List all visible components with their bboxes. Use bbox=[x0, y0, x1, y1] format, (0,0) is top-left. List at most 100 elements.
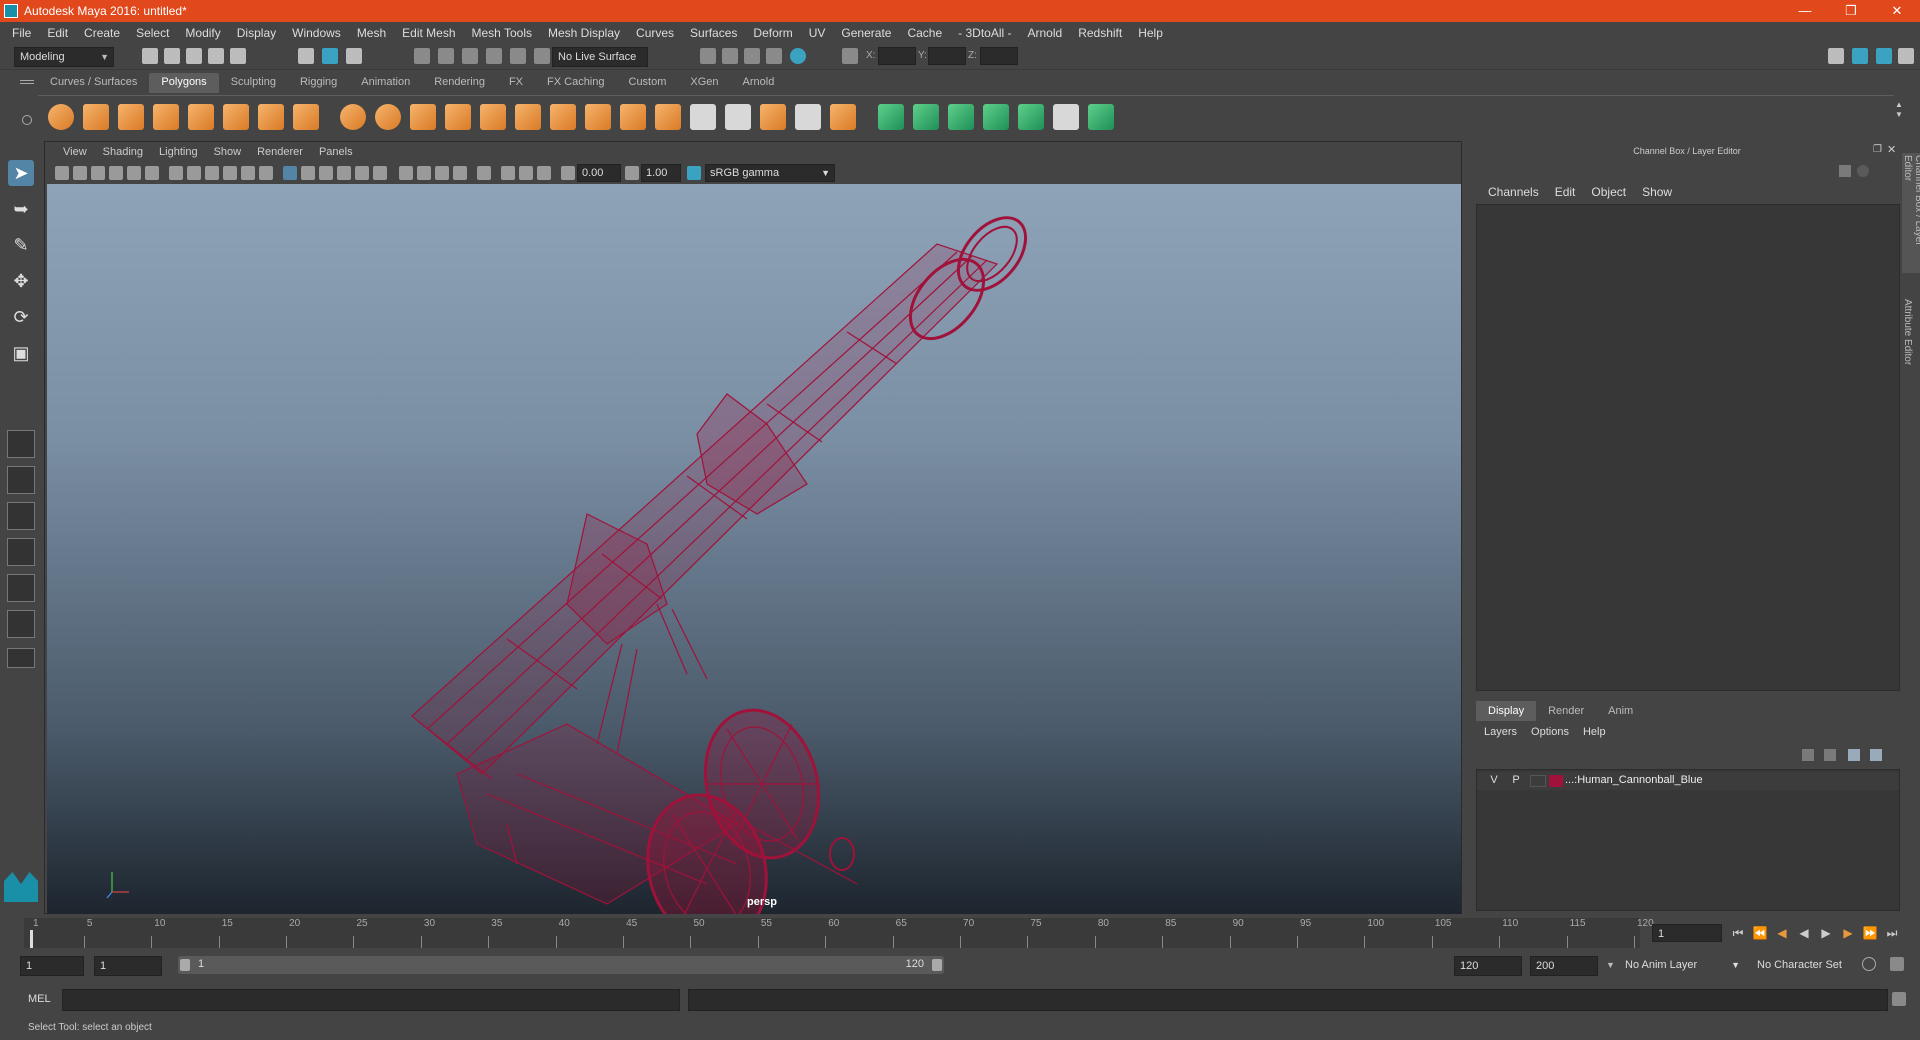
toggle-attribute-editor-icon[interactable] bbox=[1876, 48, 1892, 64]
vp-menu-show[interactable]: Show bbox=[206, 146, 250, 158]
mel-label[interactable]: MEL bbox=[28, 993, 51, 1005]
animation-start-field[interactable]: 1 bbox=[20, 956, 84, 976]
animation-preferences-icon[interactable] bbox=[1890, 957, 1904, 971]
shelf-tab-animation[interactable]: Animation bbox=[349, 73, 422, 93]
vp-menu-lighting[interactable]: Lighting bbox=[151, 146, 206, 158]
menu-file[interactable]: File bbox=[4, 26, 39, 40]
combine-icon[interactable] bbox=[340, 104, 366, 130]
2d-pan-zoom-icon[interactable] bbox=[127, 166, 141, 180]
shelf-tab-xgen[interactable]: XGen bbox=[678, 73, 730, 93]
uv-automatic-icon[interactable] bbox=[983, 104, 1009, 130]
minimize-icon[interactable]: — bbox=[1782, 0, 1828, 22]
vp-menu-shading[interactable]: Shading bbox=[95, 146, 151, 158]
move-tool-icon[interactable]: ✥ bbox=[8, 268, 34, 294]
single-perspective-layout-icon[interactable] bbox=[7, 430, 35, 458]
layout-options-icon[interactable] bbox=[7, 648, 35, 668]
shelf-tab-fx-caching[interactable]: FX Caching bbox=[535, 73, 616, 93]
go-to-start-icon[interactable]: ⏮ bbox=[1730, 925, 1746, 941]
uv-editor-icon[interactable] bbox=[1088, 104, 1114, 130]
target-weld-icon[interactable] bbox=[795, 104, 821, 130]
motion-blur-icon[interactable] bbox=[417, 166, 431, 180]
safe-action-icon[interactable] bbox=[259, 166, 273, 180]
ipr-icon[interactable] bbox=[744, 48, 760, 64]
menu-generate[interactable]: Generate bbox=[833, 26, 899, 40]
poly-cylinder-icon[interactable] bbox=[118, 104, 144, 130]
animation-end-field[interactable]: 200 bbox=[1530, 956, 1598, 976]
range-slider[interactable]: 1 120 bbox=[178, 956, 944, 974]
time-slider[interactable]: 1 5 10 15 20 25 30 35 40 45 50 55 60 65 70 75 80 85 90 95 10… bbox=[24, 918, 1654, 948]
layer-row[interactable]: V P ...:Human_Cannonball_Blue bbox=[1477, 772, 1899, 790]
vp-menu-renderer[interactable]: Renderer bbox=[249, 146, 311, 158]
menu-uv[interactable]: UV bbox=[801, 26, 834, 40]
new-scene-icon[interactable] bbox=[142, 48, 158, 64]
menu-deform[interactable]: Deform bbox=[745, 26, 800, 40]
anti-aliasing-icon[interactable] bbox=[435, 166, 449, 180]
multi-cut-icon[interactable] bbox=[655, 104, 681, 130]
cb-menu-object[interactable]: Object bbox=[1583, 185, 1634, 199]
3d-viewport[interactable]: persp bbox=[47, 184, 1461, 914]
insert-edge-loop-icon[interactable] bbox=[690, 104, 716, 130]
script-editor-icon[interactable] bbox=[1892, 992, 1906, 1006]
exposure-field[interactable]: 0.00 bbox=[577, 164, 621, 182]
channel-box-area[interactable] bbox=[1476, 204, 1900, 691]
shadows-icon[interactable] bbox=[373, 166, 387, 180]
channel-box-settings-icon[interactable] bbox=[1857, 165, 1869, 177]
select-object-icon[interactable] bbox=[322, 48, 338, 64]
redo-icon[interactable] bbox=[230, 48, 246, 64]
step-forward-frame-icon[interactable]: ▶ bbox=[1840, 925, 1856, 941]
menu-redshift[interactable]: Redshift bbox=[1070, 26, 1130, 40]
close-panel-icon[interactable]: ✕ bbox=[1887, 143, 1896, 156]
snap-curve-icon[interactable] bbox=[438, 48, 454, 64]
menu-surfaces[interactable]: Surfaces bbox=[682, 26, 745, 40]
z-field[interactable] bbox=[980, 47, 1018, 65]
menu-select[interactable]: Select bbox=[128, 26, 177, 40]
save-scene-icon[interactable] bbox=[186, 48, 202, 64]
color-space-dropdown[interactable]: sRGB gamma ▼ bbox=[705, 164, 835, 182]
persp-graph-layout-icon[interactable] bbox=[7, 538, 35, 566]
step-back-key-icon[interactable]: ⏪ bbox=[1752, 925, 1768, 941]
move-layer-down-icon[interactable] bbox=[1824, 749, 1836, 761]
four-view-layout-icon[interactable] bbox=[7, 466, 35, 494]
select-hierarchy-icon[interactable] bbox=[298, 48, 314, 64]
shelf-tab-rigging[interactable]: Rigging bbox=[288, 73, 349, 93]
select-tool-icon[interactable]: ➤ bbox=[8, 160, 34, 186]
paint-select-tool-icon[interactable]: ✎ bbox=[8, 232, 34, 258]
range-end-handle[interactable] bbox=[932, 959, 942, 971]
menu-display[interactable]: Display bbox=[229, 26, 284, 40]
persp-hypershade-layout-icon[interactable] bbox=[7, 574, 35, 602]
menu-edit[interactable]: Edit bbox=[39, 26, 76, 40]
vp-menu-panels[interactable]: Panels bbox=[311, 146, 361, 158]
toggle-tool-settings-icon[interactable] bbox=[1898, 48, 1914, 64]
cb-menu-show[interactable]: Show bbox=[1634, 185, 1680, 199]
menu-mesh[interactable]: Mesh bbox=[349, 26, 394, 40]
close-icon[interactable]: ✕ bbox=[1874, 0, 1920, 22]
separate-icon[interactable] bbox=[375, 104, 401, 130]
quad-draw-icon[interactable] bbox=[830, 104, 856, 130]
live-surface-field[interactable]: No Live Surface bbox=[552, 47, 648, 67]
shelf-tab-curves-surfaces[interactable]: Curves / Surfaces bbox=[38, 73, 149, 93]
layer-name[interactable]: ...:Human_Cannonball_Blue bbox=[1565, 774, 1703, 786]
shelf-tab-rendering[interactable]: Rendering bbox=[422, 73, 497, 93]
resolution-gate-icon[interactable] bbox=[205, 166, 219, 180]
fill-hole-icon[interactable] bbox=[585, 104, 611, 130]
le-menu-layers[interactable]: Layers bbox=[1484, 726, 1531, 738]
menu-windows[interactable]: Windows bbox=[284, 26, 349, 40]
select-camera-icon[interactable] bbox=[55, 166, 69, 180]
current-time-indicator[interactable] bbox=[30, 930, 33, 948]
step-back-frame-icon[interactable]: ◀ bbox=[1774, 925, 1790, 941]
poly-torus-icon[interactable] bbox=[223, 104, 249, 130]
use-all-lights-icon[interactable] bbox=[355, 166, 369, 180]
cb-menu-edit[interactable]: Edit bbox=[1547, 185, 1584, 199]
snap-view-plane-icon[interactable] bbox=[486, 48, 502, 64]
current-frame-field[interactable]: 1 bbox=[1652, 924, 1722, 942]
create-empty-layer-icon[interactable] bbox=[1848, 749, 1860, 761]
restore-icon[interactable]: ❐ bbox=[1828, 0, 1874, 22]
persp-outliner-layout-icon[interactable] bbox=[7, 502, 35, 530]
film-gate-icon[interactable] bbox=[187, 166, 201, 180]
channel-box-options-icon[interactable] bbox=[1839, 165, 1851, 177]
anim-layer-dropdown[interactable]: No Anim Layer ▼ bbox=[1620, 956, 1744, 976]
side-tab-attribute-editor[interactable]: Attribute Editor bbox=[1902, 299, 1913, 389]
image-plane-icon[interactable] bbox=[109, 166, 123, 180]
shelf-tab-fx[interactable]: FX bbox=[497, 73, 535, 93]
append-polygon-icon[interactable] bbox=[620, 104, 646, 130]
